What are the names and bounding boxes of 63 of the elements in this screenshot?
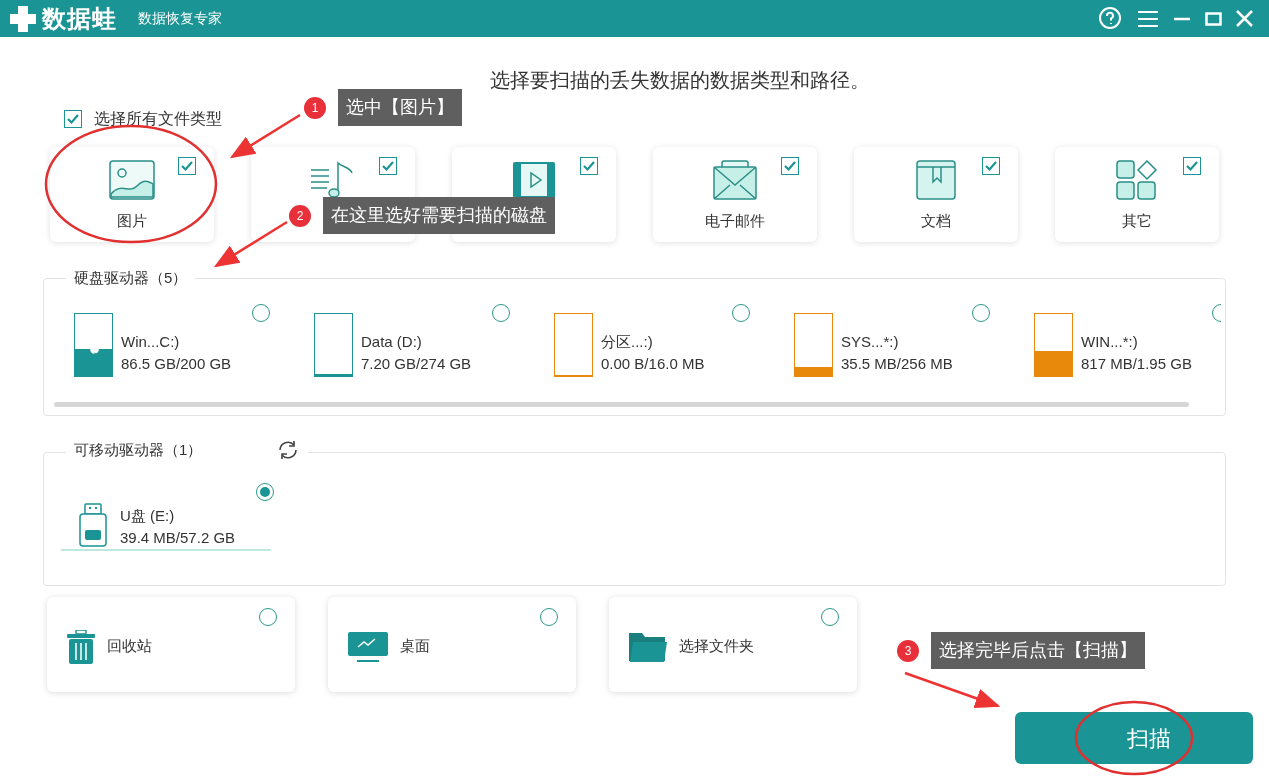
trash-icon — [67, 629, 95, 664]
file-type-card[interactable]: 图片 — [50, 147, 214, 242]
page-heading: 选择要扫描的丢失数据的数据类型和路径。 — [489, 68, 870, 93]
usb-drive-icon — [78, 503, 108, 547]
drive-name: 分区...:) — [601, 332, 654, 352]
close-icon[interactable] — [1236, 10, 1253, 27]
drive-name: SYS...*:) — [841, 332, 900, 352]
checkbox[interactable] — [781, 157, 799, 175]
drive-name: U盘 (E:) — [120, 506, 176, 526]
file-type-card[interactable]: 文档 — [854, 147, 1018, 242]
location-card[interactable]: 选择文件夹 — [609, 597, 857, 692]
app-subtitle: 数据恢复专家 — [137, 9, 222, 28]
checkbox[interactable] — [982, 157, 1000, 175]
card-label: 文档 — [921, 211, 951, 231]
select-all-checkbox[interactable] — [64, 110, 82, 128]
card-label: 图片 — [117, 211, 147, 231]
select-all-label: 选择所有文件类型 — [94, 109, 222, 129]
card-label: 电子邮件 — [705, 211, 765, 231]
logo-icon — [8, 3, 38, 34]
drive-usage: 7.20 GB/274 GB — [361, 354, 472, 374]
shapes-grid-icon — [1114, 160, 1160, 200]
drive-usage: 86.5 GB/200 GB — [121, 354, 232, 374]
card-label: 其它 — [1122, 211, 1152, 231]
film-icon — [511, 160, 557, 200]
checkbox[interactable] — [178, 157, 196, 175]
drive-usage: 35.5 MB/256 MB — [841, 354, 953, 374]
step-number-badge: 1 — [304, 96, 326, 119]
checkbox[interactable] — [379, 157, 397, 175]
monitor-icon — [348, 631, 388, 662]
location-label: 桌面 — [400, 636, 430, 657]
callout-label: 在这里选好需要扫描的磁盘 — [323, 197, 555, 234]
music-icon — [310, 160, 356, 200]
callout-label: 选中【图片】 — [338, 89, 462, 126]
help-icon[interactable] — [1097, 5, 1123, 32]
step-number-badge: 3 — [897, 639, 919, 662]
file-type-card[interactable]: 电子邮件 — [653, 147, 817, 242]
folder-icon — [629, 630, 667, 663]
drive-usage: 39.4 MB/57.2 GB — [120, 528, 236, 548]
bookmark-book-icon — [913, 160, 959, 200]
scrollbar[interactable] — [54, 402, 1189, 407]
minimize-icon[interactable] — [1173, 16, 1191, 21]
section-title: 可移动驱动器（1） — [74, 440, 203, 460]
drive-name: Data (D:) — [361, 332, 423, 352]
maximize-icon[interactable] — [1205, 11, 1222, 26]
drive-usage: 817 MB/1.95 GB — [1081, 354, 1192, 374]
location-label: 回收站 — [107, 636, 152, 657]
callout-label: 选择完毕后点击【扫描】 — [931, 632, 1145, 669]
drive-usage: 0.00 B/16.0 MB — [601, 354, 705, 374]
checkbox[interactable] — [1183, 157, 1201, 175]
location-card[interactable]: 桌面 — [328, 597, 576, 692]
drive-name: Win...C:) — [121, 332, 181, 352]
checkbox[interactable] — [580, 157, 598, 175]
scan-button[interactable]: 扫描 — [1015, 712, 1253, 764]
arrow — [229, 113, 301, 159]
image-icon — [109, 160, 155, 200]
envelope-icon — [712, 160, 758, 200]
menu-icon[interactable] — [1137, 9, 1159, 28]
location-label: 选择文件夹 — [679, 636, 754, 657]
drive-name: WIN...*:) — [1081, 332, 1139, 352]
location-card[interactable]: 回收站 — [47, 597, 295, 692]
app-logo: 数据蛙 — [42, 3, 118, 34]
file-type-card[interactable]: 其它 — [1055, 147, 1219, 242]
selected-drive-item[interactable]: U盘 (E:) 39.4 MB/57.2 GB — [61, 481, 271, 551]
